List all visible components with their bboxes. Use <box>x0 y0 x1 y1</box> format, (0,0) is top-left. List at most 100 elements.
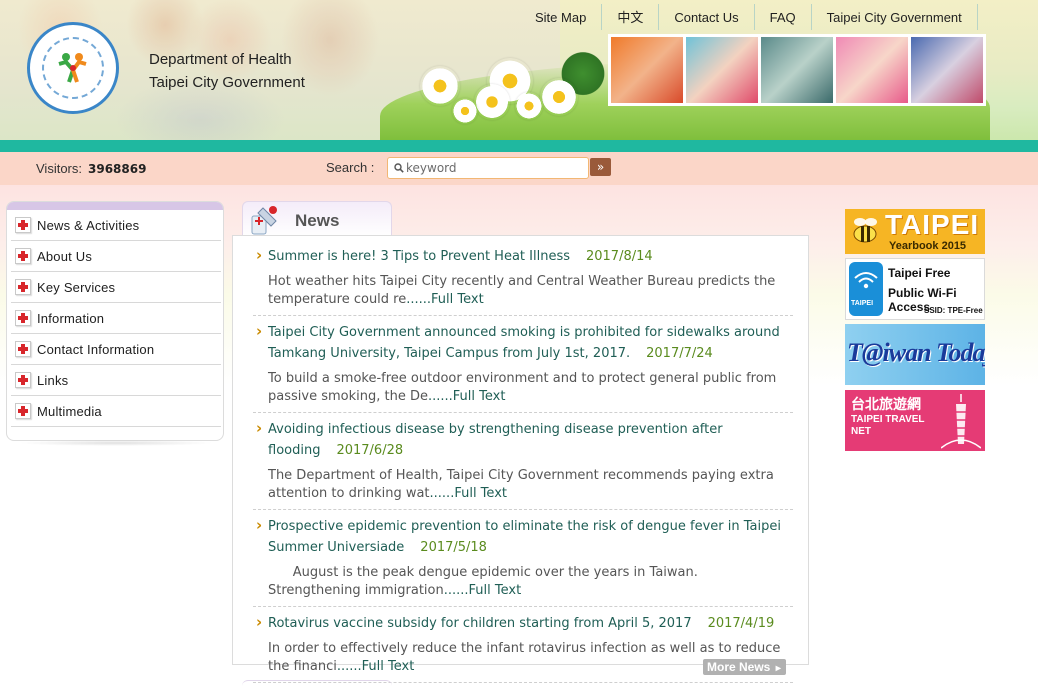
department-logo[interactable] <box>27 22 119 114</box>
travel-chinese-title: 台北旅遊網 <box>851 397 921 413</box>
strip-photo <box>836 37 908 103</box>
red-cross-icon <box>15 279 31 295</box>
menu-item-label: Multimedia <box>37 403 102 419</box>
wifi-line1: Taipei Free <box>888 266 951 280</box>
news-headline: Prospective epidemic prevention to elimi… <box>253 515 793 558</box>
news-item: Avoiding infectious disease by strengthe… <box>253 418 793 510</box>
news-list: Summer is here! 3 Tips to Prevent Heat I… <box>253 245 793 689</box>
taiwan-today-logo: T@iwan Today <box>847 338 985 367</box>
travel-english-line2: NET <box>851 426 871 437</box>
utility-bar: Visitors: 3968869 Search : » <box>0 152 1038 185</box>
news-headline: Rotavirus vaccine subsidy for children s… <box>253 612 793 634</box>
left-menu: News & Activities About Us Key Services … <box>6 201 224 441</box>
strip-photo <box>761 37 833 103</box>
nav-faq[interactable]: FAQ <box>755 4 812 30</box>
visitor-counter: Visitors: 3968869 <box>36 161 146 176</box>
nav-contact-us[interactable]: Contact Us <box>659 4 755 30</box>
search-icon <box>394 163 404 173</box>
wifi-icon <box>854 272 878 289</box>
banner-taipei-travel-net[interactable]: 台北旅遊網 TAIPEI TRAVEL NET <box>845 390 985 451</box>
bee-icon <box>853 218 877 243</box>
news-summary-text: To build a smoke-free outdoor environmen… <box>268 371 777 404</box>
news-section-title: News <box>295 211 340 230</box>
nav-chinese[interactable]: 中文 <box>602 4 660 30</box>
news-section-tab: News <box>242 201 392 237</box>
full-text-link[interactable]: ......Full Text <box>337 659 414 674</box>
news-summary: To build a smoke-free outdoor environmen… <box>253 370 793 406</box>
top-nav: Site Map 中文 Contact Us FAQ Taipei City G… <box>520 4 978 30</box>
news-date: 2017/5/18 <box>420 540 487 555</box>
menu-item-links[interactable]: Links <box>11 365 221 396</box>
news-title-link[interactable]: Rotavirus vaccine subsidy for children s… <box>268 616 692 631</box>
nav-site-map[interactable]: Site Map <box>520 4 603 30</box>
strip-photo <box>686 37 758 103</box>
more-news-button[interactable]: More News ▸ <box>703 659 786 675</box>
wifi-ssid: SSID: TPE-Free <box>924 306 983 315</box>
menu-item-key-services[interactable]: Key Services <box>11 272 221 303</box>
left-menu-shadow <box>18 440 214 446</box>
search-box <box>387 157 589 179</box>
search-submit-button[interactable]: » <box>590 158 611 176</box>
banner-taipei-yearbook[interactable]: TAIPEI Yearbook 2015 <box>845 209 985 254</box>
search-input[interactable] <box>406 161 581 175</box>
full-text-link[interactable]: ......Full Text <box>430 486 507 501</box>
yearbook-subtitle: Yearbook 2015 <box>889 240 967 252</box>
news-title-link[interactable]: Prospective epidemic prevention to elimi… <box>268 519 781 555</box>
daisy-flower <box>452 98 478 124</box>
visitor-count: 3968869 <box>88 162 147 176</box>
news-headline: Summer is here! 3 Tips to Prevent Heat I… <box>253 245 793 267</box>
news-summary-text: Hot weather hits Taipei City recently an… <box>268 274 776 307</box>
wifi-icon-label: TAIPEI <box>851 300 874 307</box>
news-headline: Avoiding infectious disease by strengthe… <box>253 418 793 461</box>
daisy-flower <box>515 92 543 120</box>
chevron-right-icon: ▸ <box>775 663 781 674</box>
travel-english-line1: TAIPEI TRAVEL <box>851 414 925 425</box>
strip-photo <box>611 37 683 103</box>
news-panel: Summer is here! 3 Tips to Prevent Heat I… <box>232 235 809 683</box>
menu-item-news-activities[interactable]: News & Activities <box>11 210 221 241</box>
header-photo-strip <box>608 34 986 106</box>
daisy-flower <box>540 78 578 116</box>
menu-item-label: Links <box>37 372 69 388</box>
nav-taipei-city-government[interactable]: Taipei City Government <box>812 4 978 30</box>
banner-taiwan-today[interactable]: T@iwan Today <box>845 324 985 385</box>
news-item: Prospective epidemic prevention to elimi… <box>253 515 793 607</box>
department-title-line1: Department of Health <box>149 51 292 68</box>
department-title: Department of Health Taipei City Governm… <box>149 48 305 94</box>
red-cross-icon <box>15 372 31 388</box>
site-header: Department of Health Taipei City Governm… <box>0 0 1038 152</box>
logo-emblem <box>42 37 104 99</box>
news-date: 2017/8/14 <box>585 249 653 264</box>
news-title-link[interactable]: Summer is here! 3 Tips to Prevent Heat I… <box>268 249 570 264</box>
menu-item-contact-information[interactable]: Contact Information <box>11 334 221 365</box>
daisy-flower <box>420 66 460 106</box>
menu-item-label: Key Services <box>37 279 116 295</box>
full-text-link[interactable]: ......Full Text <box>406 292 483 307</box>
strip-photo <box>911 37 983 103</box>
news-date: 2017/4/19 <box>707 616 775 631</box>
menu-item-label: News & Activities <box>37 217 140 233</box>
news-date: 2017/7/24 <box>646 346 713 361</box>
full-text-link[interactable]: ......Full Text <box>428 389 505 404</box>
red-cross-icon <box>15 310 31 326</box>
red-cross-icon <box>15 248 31 264</box>
menu-item-label: Information <box>37 310 105 326</box>
news-item: Taipei City Government announced smoking… <box>253 321 793 413</box>
banner-taipei-free-wifi[interactable]: TAIPEI Taipei Free Public Wi-Fi Access S… <box>845 258 985 320</box>
header-teal-band <box>0 140 1038 152</box>
menu-item-multimedia[interactable]: Multimedia <box>11 396 221 427</box>
news-item: Summer is here! 3 Tips to Prevent Heat I… <box>253 245 793 316</box>
department-title-line2: Taipei City Government <box>149 74 305 91</box>
news-summary: The Department of Health, Taipei City Go… <box>253 467 793 503</box>
red-cross-icon <box>15 403 31 419</box>
news-date: 2017/6/28 <box>336 443 404 458</box>
menu-item-label: About Us <box>37 248 93 264</box>
news-summary-text: The Department of Health, Taipei City Go… <box>268 468 774 501</box>
more-news-label: More News <box>707 660 771 674</box>
news-medical-icon <box>251 206 277 235</box>
taipei-101-icon <box>941 394 981 449</box>
menu-item-about-us[interactable]: About Us <box>11 241 221 272</box>
red-cross-icon <box>15 217 31 233</box>
menu-item-information[interactable]: Information <box>11 303 221 334</box>
full-text-link[interactable]: ......Full Text <box>444 583 521 598</box>
